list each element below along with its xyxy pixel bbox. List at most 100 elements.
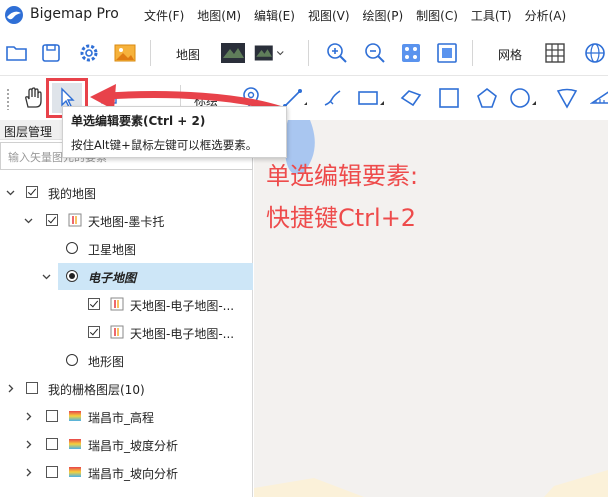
- tree-item-satellite-map[interactable]: 卫星地图: [0, 235, 253, 262]
- globe-button[interactable]: [580, 38, 608, 68]
- tree-item-ruichang-slope[interactable]: 瑞昌市_坡度分析: [0, 431, 253, 458]
- chevron-right-icon[interactable]: [6, 384, 15, 393]
- zoom-in-button[interactable]: [322, 38, 352, 68]
- circle-tool-button[interactable]: [508, 83, 538, 113]
- chevron-down-icon[interactable]: [6, 188, 15, 197]
- polygon-icon: [400, 90, 422, 107]
- title-bar: Bigemap Pro 文件(F) 地图(M) 编辑(E) 视图(V) 绘图(P…: [0, 0, 608, 30]
- square-tool-button[interactable]: [434, 83, 464, 113]
- freehand-tool-button[interactable]: [318, 83, 348, 113]
- tree-item-label: 我的栅格图层(10): [48, 383, 145, 397]
- chevron-right-icon[interactable]: [24, 440, 33, 449]
- layer-checkbox[interactable]: [46, 410, 58, 422]
- chevron-down-icon[interactable]: [24, 216, 33, 225]
- toolbar-grip[interactable]: [6, 88, 10, 110]
- freehand-line-icon: [324, 90, 341, 106]
- grid-label: 网格: [498, 48, 523, 62]
- hand-icon: [25, 87, 42, 108]
- map-source-label: 地图: [176, 48, 201, 62]
- app-logo-icon: [5, 6, 23, 24]
- globe-icon: [585, 43, 605, 63]
- image-button[interactable]: [110, 38, 140, 68]
- tree-item-label: 天地图-电子地图-...: [130, 327, 235, 341]
- menu-file[interactable]: 文件(F): [138, 7, 190, 24]
- raster-gradient-icon: [69, 411, 81, 421]
- tree-item-my-maps[interactable]: 我的地图: [0, 179, 253, 206]
- folder-icon: [6, 46, 27, 61]
- tree-item-tianditu-electronic-2[interactable]: 天地图-电子地图-...: [0, 319, 253, 346]
- circle-icon: [510, 88, 536, 108]
- tree-item-label: 瑞昌市_高程: [88, 411, 155, 425]
- tree-item-terrain-map[interactable]: 地形图: [0, 347, 253, 374]
- chevron-right-icon[interactable]: [24, 412, 33, 421]
- grid-button[interactable]: [540, 38, 570, 68]
- satellite-thumbnail-icon: [221, 43, 245, 63]
- basemap-radio[interactable]: [66, 270, 78, 282]
- tooltip-description: 按住Alt键+鼠标左键可以框选要素。: [71, 138, 258, 152]
- tree-item-my-raster-layers[interactable]: 我的栅格图层(10): [0, 375, 253, 402]
- layer-checkbox[interactable]: [46, 466, 58, 478]
- layer-checkbox[interactable]: [88, 326, 100, 338]
- zoom-out-button[interactable]: [360, 38, 390, 68]
- settings-button[interactable]: [74, 38, 104, 68]
- menu-view[interactable]: 视图(V): [302, 7, 356, 24]
- menu-draw[interactable]: 绘图(P): [357, 7, 410, 24]
- image-icon: [114, 44, 136, 62]
- tree-item-tianditu-mercator[interactable]: 天地图-墨卡托: [0, 207, 253, 234]
- sector-tool-button[interactable]: [552, 83, 582, 113]
- layer-checkbox[interactable]: [26, 186, 38, 198]
- rectangle-tool-button[interactable]: [356, 83, 386, 113]
- save-icon: [42, 44, 60, 62]
- fit-extent-button[interactable]: [432, 38, 462, 68]
- tree-item-tianditu-electronic-1[interactable]: 天地图-电子地图-...: [0, 291, 253, 318]
- map-layer-icon: [110, 297, 124, 311]
- satellite-map-dropdown[interactable]: [254, 38, 284, 68]
- grid-icon: [545, 43, 565, 63]
- menu-map[interactable]: 地图(M): [191, 7, 247, 24]
- pentagon-tool-button[interactable]: [472, 83, 502, 113]
- save-button[interactable]: [36, 38, 66, 68]
- menu-analysis[interactable]: 分析(A): [519, 7, 573, 24]
- tree-item-label: 卫星地图: [88, 243, 137, 257]
- layer-checkbox[interactable]: [26, 382, 38, 394]
- full-extent-button[interactable]: [396, 38, 426, 68]
- tree-item-electronic-map[interactable]: 电子地图: [42, 263, 253, 290]
- tree-item-label: 地形图: [88, 355, 125, 369]
- layer-checkbox[interactable]: [88, 298, 100, 310]
- polygon-tool-button[interactable]: [396, 83, 426, 113]
- raster-gradient-icon: [69, 467, 81, 477]
- fit-extent-icon: [437, 43, 457, 63]
- map-layer-icon: [68, 213, 82, 227]
- basemap-radio[interactable]: [66, 354, 78, 366]
- map-view[interactable]: 单选编辑要素: 快捷键Ctrl+2: [254, 120, 608, 497]
- tree-item-ruichang-aspect[interactable]: 瑞昌市_坡向分析: [0, 459, 253, 486]
- measure-tool-button[interactable]: [586, 83, 608, 113]
- layer-checkbox[interactable]: [46, 214, 58, 226]
- open-folder-button[interactable]: [2, 38, 32, 68]
- tree-item-label: 瑞昌市_坡度分析: [88, 439, 179, 453]
- tree-item-ruichang-elevation[interactable]: 瑞昌市_高程: [0, 403, 253, 430]
- panel-title: 图层管理: [4, 125, 53, 139]
- pan-tool-button[interactable]: [18, 83, 48, 113]
- zoom-out-icon: [365, 43, 385, 63]
- satellite-map-button[interactable]: [218, 38, 248, 68]
- menu-tools[interactable]: 工具(T): [465, 7, 518, 24]
- zoom-in-icon: [327, 43, 347, 63]
- edit-shape-icon: [101, 92, 117, 104]
- basemap-radio[interactable]: [66, 242, 78, 254]
- chevron-right-icon[interactable]: [24, 468, 33, 477]
- layer-checkbox[interactable]: [46, 438, 58, 450]
- raster-gradient-icon: [69, 439, 81, 449]
- satellite-dropdown-icon: [254, 45, 284, 61]
- map-layer-icon: [110, 325, 124, 339]
- menu-cartography[interactable]: 制图(C): [410, 7, 464, 24]
- toolbar-separator: [150, 40, 151, 66]
- layer-manager-panel: 图层管理 输入矢量图元的要素 我的地图 天地图-墨卡托 卫星地图 电子地图 天地…: [0, 120, 253, 497]
- app-title: Bigemap Pro: [30, 6, 119, 22]
- ruler-icon: [590, 91, 608, 104]
- menu-edit[interactable]: 编辑(E): [248, 7, 301, 24]
- square-icon: [439, 88, 459, 108]
- chevron-down-icon[interactable]: [42, 272, 51, 281]
- tooltip-title: 单选编辑要素(Ctrl + 2): [71, 114, 206, 128]
- tree-item-label: 瑞昌市_坡向分析: [88, 467, 179, 481]
